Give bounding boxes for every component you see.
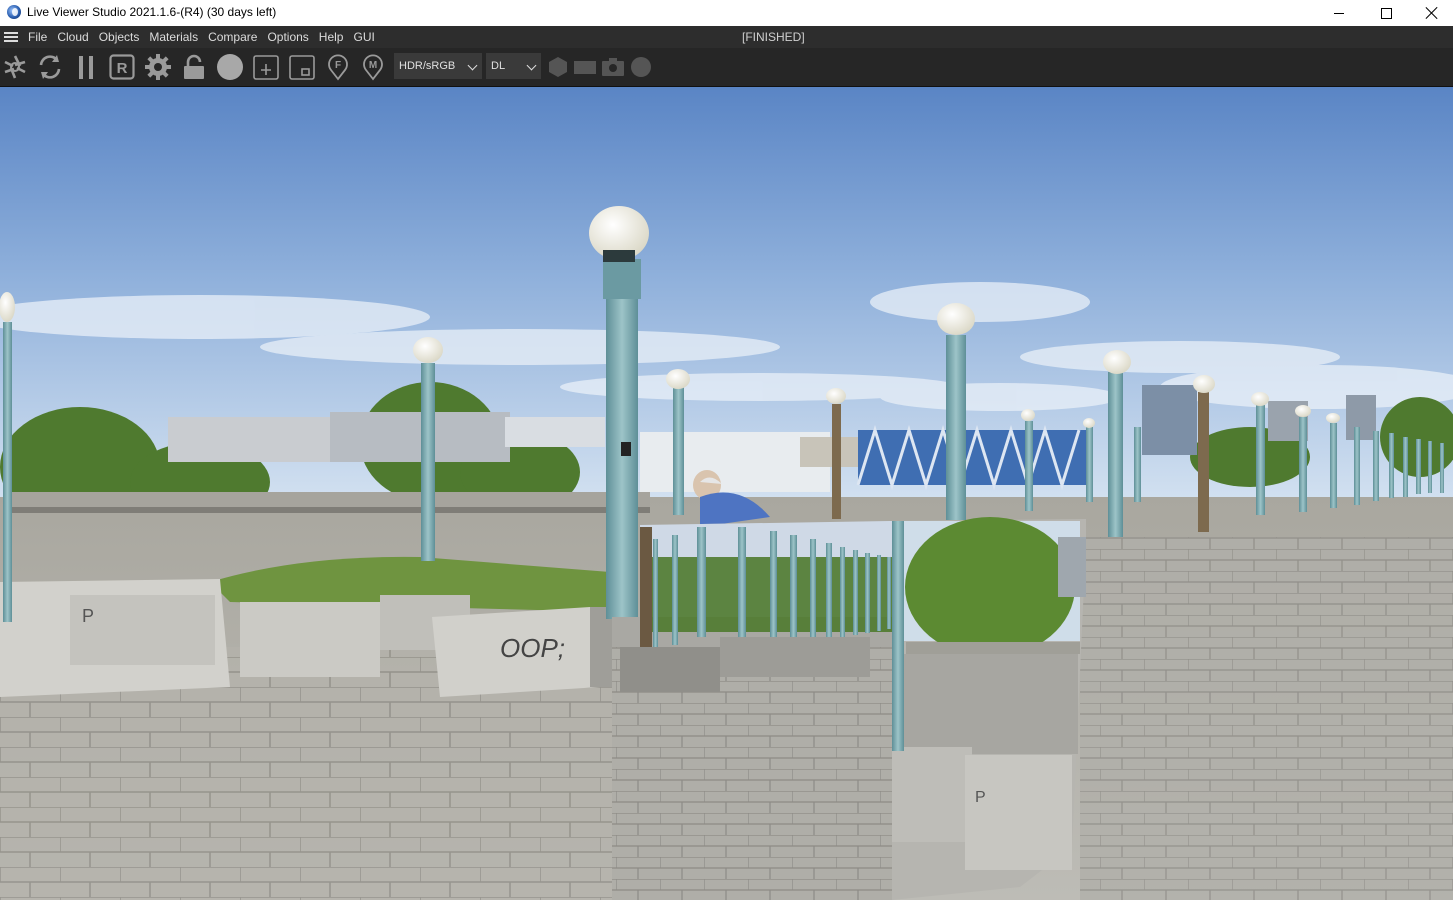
menu-items: File Cloud Objects Materials Compare Opt… (28, 30, 383, 44)
pause-icon[interactable] (72, 53, 100, 81)
settings-gear-icon[interactable] (144, 53, 172, 81)
chevron-down-icon (467, 60, 478, 71)
menu-cloud[interactable]: Cloud (57, 30, 96, 44)
window-title: Live Viewer Studio 2021.1.6-(R4) (30 day… (27, 5, 277, 19)
focus-pin-icon[interactable]: F (324, 53, 352, 81)
aperture-icon[interactable] (1, 53, 29, 81)
menu-options[interactable]: Options (267, 30, 316, 44)
rectangle-icon[interactable] (571, 53, 599, 81)
hamburger-menu-icon[interactable] (4, 32, 18, 42)
add-region-icon[interactable] (252, 53, 280, 81)
material-sphere-icon[interactable] (216, 53, 244, 81)
region-minus-icon[interactable] (288, 53, 316, 81)
minimize-icon (1334, 12, 1344, 14)
svg-text:P: P (82, 606, 94, 626)
menu-file[interactable]: File (28, 30, 55, 44)
lock-icon[interactable] (180, 53, 208, 81)
camera-icon[interactable] (599, 53, 627, 81)
close-icon (1426, 7, 1438, 19)
menu-bar: File Cloud Objects Materials Compare Opt… (0, 26, 1453, 48)
region-render-icon[interactable]: R (108, 53, 136, 81)
svg-text:M: M (369, 60, 377, 71)
app-logo-icon (7, 5, 21, 19)
maximize-icon (1380, 7, 1392, 19)
colorspace-select[interactable]: HDR/sRGB (394, 53, 482, 79)
refresh-icon[interactable] (36, 53, 64, 81)
colorspace-value: HDR/sRGB (399, 60, 456, 72)
minimize-button[interactable] (1316, 0, 1362, 26)
chevron-down-icon (526, 60, 537, 71)
menu-materials[interactable]: Materials (149, 30, 206, 44)
menu-compare[interactable]: Compare (208, 30, 265, 44)
close-button[interactable] (1409, 0, 1453, 26)
svg-text:R: R (117, 60, 128, 77)
menu-help[interactable]: Help (319, 30, 352, 44)
render-status-label: [FINISHED] (742, 30, 805, 44)
render-viewport[interactable]: OOP; P P (0, 87, 1453, 900)
render-mode-value: DL (491, 60, 506, 72)
toolbar: R F M HDR/sRGB DL (0, 48, 1453, 87)
render-mode-select[interactable]: DL (486, 53, 541, 79)
hexagon-icon[interactable] (544, 53, 572, 81)
menu-gui[interactable]: GUI (353, 30, 382, 44)
svg-text:F: F (335, 60, 341, 71)
menu-objects[interactable]: Objects (99, 30, 148, 44)
maximize-button[interactable] (1363, 0, 1409, 26)
svg-text:P: P (975, 789, 986, 806)
svg-text:OOP;: OOP; (500, 633, 565, 663)
material-pin-icon[interactable]: M (359, 53, 387, 81)
circle-icon[interactable] (627, 53, 655, 81)
title-bar: Live Viewer Studio 2021.1.6-(R4) (30 day… (0, 0, 1453, 26)
render-image: OOP; P P (0, 87, 1453, 900)
